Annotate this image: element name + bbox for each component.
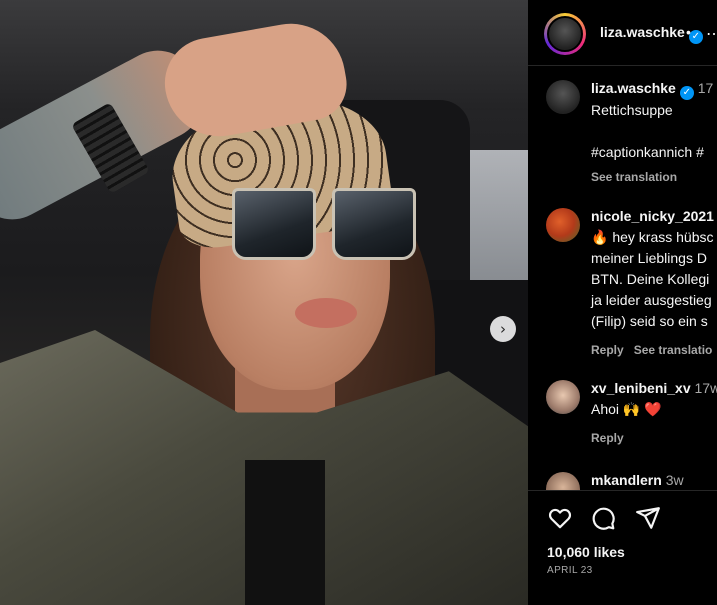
comment-username[interactable]: xv_lenibeni_xv (591, 380, 691, 396)
post-actions: 10,060 likes APRIL 23 (528, 490, 717, 605)
caption-line: Rettichsuppe (591, 102, 673, 118)
sunglasses (232, 188, 422, 268)
caption-time: 17 (697, 80, 714, 96)
avatar[interactable] (546, 380, 580, 414)
verified-icon: ✓ (679, 86, 694, 100)
comment-line: ja leider ausgestieg (591, 292, 712, 308)
post-date: APRIL 23 (547, 565, 593, 576)
lens-left (232, 188, 316, 260)
caption-line[interactable]: #captionkannich # (591, 142, 717, 163)
next-photo-button[interactable]: › (490, 316, 516, 342)
lips (295, 298, 357, 328)
comment-line: meiner Lieblings D (591, 250, 707, 266)
reply-button[interactable]: Reply (591, 343, 624, 357)
see-translation-link[interactable]: See translation (591, 170, 677, 184)
caption-username[interactable]: liza.waschke (591, 80, 676, 96)
comment-time: 17w (694, 380, 717, 396)
avatar[interactable] (546, 472, 580, 490)
avatar[interactable] (546, 208, 580, 242)
comment-username[interactable]: mkandlern (591, 472, 662, 488)
more-icon[interactable]: … (706, 20, 717, 39)
author-username-text[interactable]: liza.waschke (600, 24, 685, 40)
comment-line: (Filip) seid so ein s (591, 313, 708, 329)
comment-line: 🔥 hey krass hübsc (591, 229, 714, 245)
avatar[interactable] (546, 80, 580, 114)
comment-line: BTN. Deine Kollegi (591, 271, 710, 287)
comments-list[interactable]: liza.waschke ✓ 17 Rettichsuppe #captionka… (528, 66, 717, 490)
share-icon[interactable] (635, 505, 661, 531)
comment-line: Ahoi 🙌 ❤️ (591, 401, 662, 417)
header-separator: • (686, 24, 691, 40)
author-avatar[interactable] (544, 13, 586, 55)
heart-icon[interactable] (547, 505, 573, 531)
black-shirt (245, 460, 325, 605)
lens-right (332, 188, 416, 260)
post-sidebar: liza.waschke✓ • … liza.waschke✓ 17 Retti… (528, 0, 717, 605)
comment-time: 3w (665, 472, 684, 488)
comment-icon[interactable] (590, 505, 616, 531)
caption-line (591, 121, 717, 142)
post-photo[interactable]: › (0, 0, 528, 605)
see-translation-link[interactable]: See translatio (634, 343, 713, 357)
likes-count[interactable]: 10,060 likes (547, 544, 625, 560)
comment-username[interactable]: nicole_nicky_2021 (591, 208, 714, 224)
post-header: liza.waschke✓ • … (528, 0, 717, 66)
reply-button[interactable]: Reply (591, 431, 624, 445)
